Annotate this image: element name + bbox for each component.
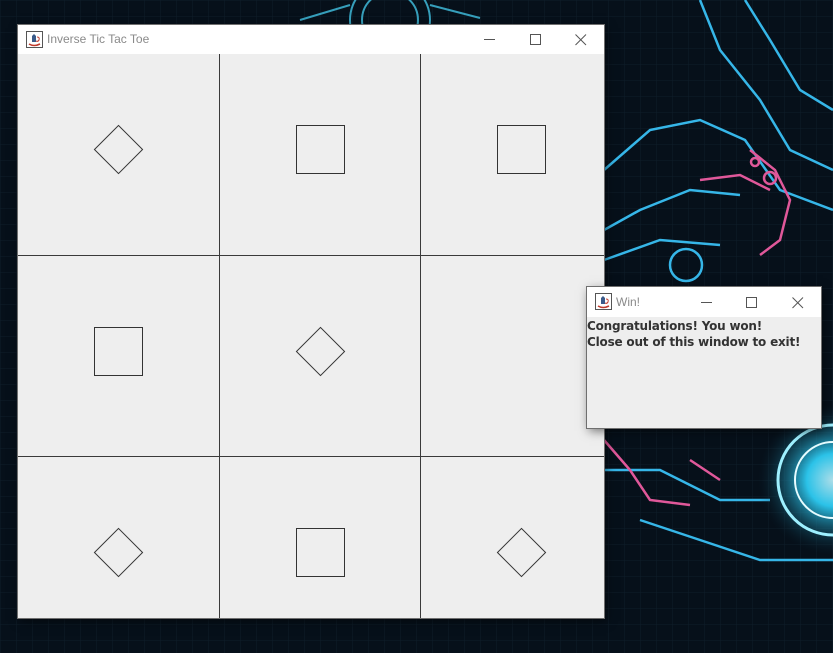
board-cell-r2c2[interactable] — [220, 256, 420, 456]
maximize-button[interactable] — [729, 287, 775, 316]
minimize-icon — [484, 39, 495, 40]
board-cell-r2c1[interactable] — [18, 256, 219, 456]
board-cell-r1c2[interactable] — [220, 54, 420, 255]
square-mark — [295, 527, 345, 577]
congratulations-message: Congratulations! You won! — [587, 319, 763, 333]
window-title: Inverse Tic Tac Toe — [47, 32, 150, 46]
minimize-button[interactable] — [467, 25, 513, 54]
main-window: Inverse Tic Tac Toe — [18, 25, 604, 618]
board-cell-r3c2[interactable] — [220, 457, 420, 618]
close-icon — [575, 34, 587, 46]
diamond-mark — [93, 527, 143, 577]
maximize-button[interactable] — [513, 25, 559, 54]
minimize-icon — [701, 302, 712, 303]
diamond-mark — [295, 326, 345, 376]
diamond-mark — [496, 527, 546, 577]
close-button[interactable] — [775, 287, 821, 316]
board-cell-r1c3[interactable] — [421, 54, 604, 255]
square-mark — [295, 124, 345, 174]
board-cell-r2c3[interactable] — [421, 256, 604, 456]
close-button[interactable] — [558, 25, 604, 54]
win-dialog: Win! Congratulations! You won! Close out… — [587, 287, 821, 428]
win-titlebar[interactable]: Win! — [587, 287, 821, 317]
maximize-icon — [746, 297, 757, 308]
dialog-body: Congratulations! You won! Close out of t… — [587, 317, 821, 428]
java-app-icon — [26, 31, 43, 48]
maximize-icon — [530, 34, 541, 45]
exit-instruction-message: Close out of this window to exit! — [587, 335, 801, 349]
dialog-title: Win! — [616, 295, 640, 309]
board-cell-r3c1[interactable] — [18, 457, 219, 618]
square-mark — [496, 124, 546, 174]
square-mark — [93, 326, 143, 376]
board-cell-r1c1[interactable] — [18, 54, 219, 255]
java-app-icon — [595, 293, 612, 310]
main-titlebar[interactable]: Inverse Tic Tac Toe — [18, 25, 604, 54]
board-cell-r3c3[interactable] — [421, 457, 604, 618]
minimize-button[interactable] — [684, 287, 730, 316]
diamond-mark — [93, 124, 143, 174]
close-icon — [792, 297, 804, 309]
game-board — [18, 54, 604, 618]
